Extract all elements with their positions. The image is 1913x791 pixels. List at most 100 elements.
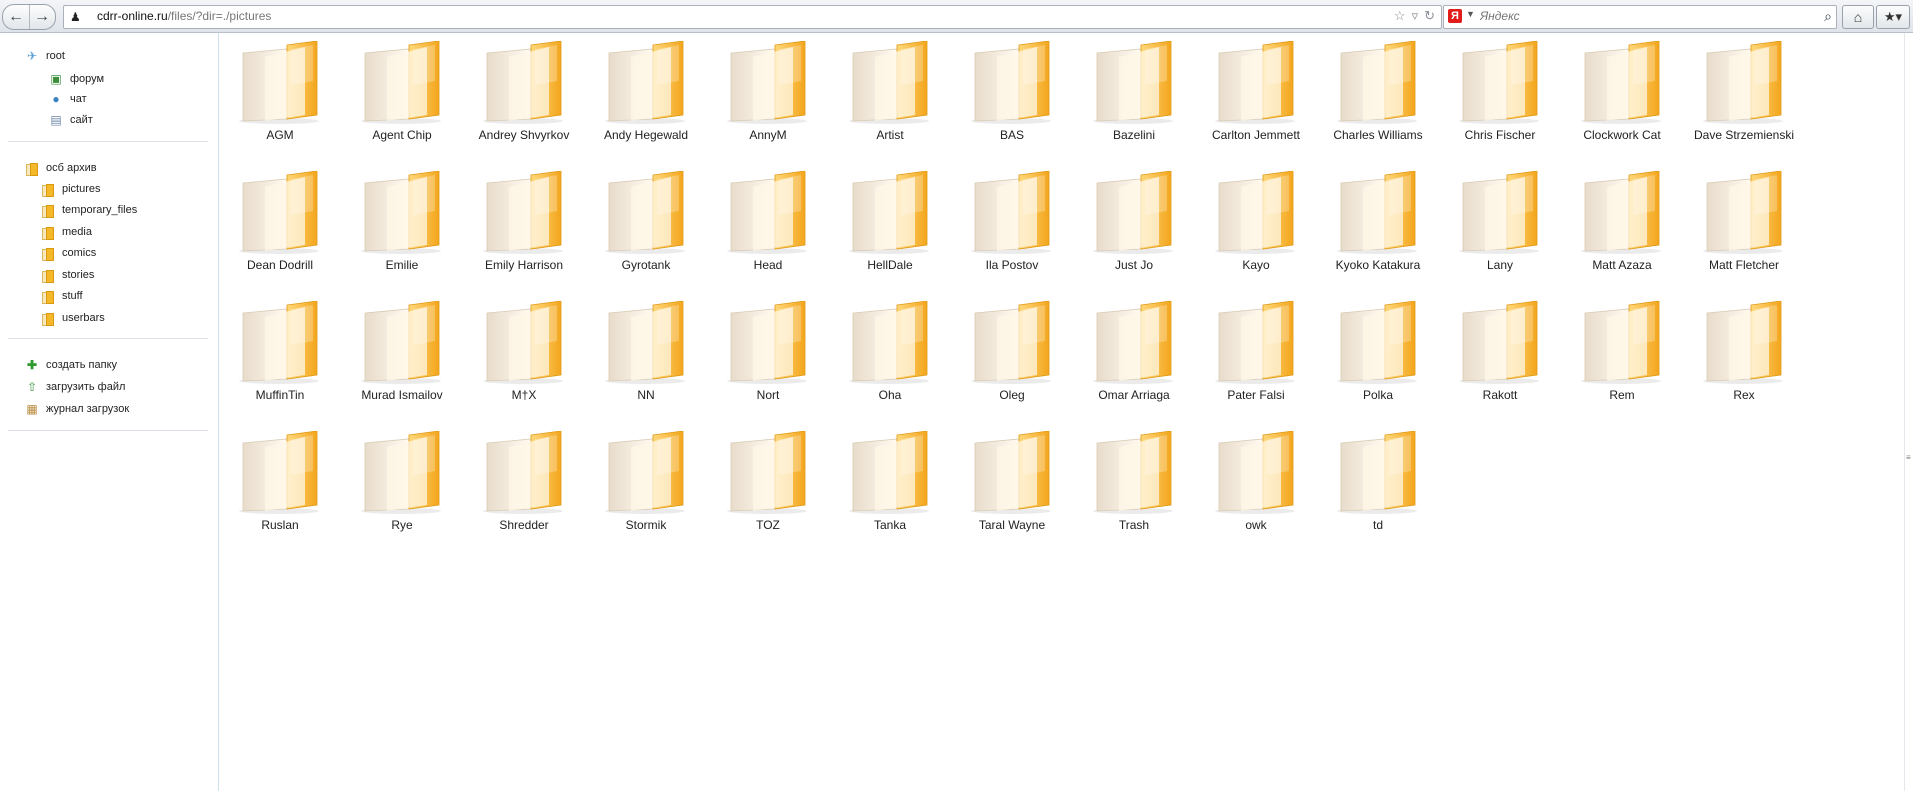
sidebar-item-stories[interactable]: stories bbox=[40, 266, 94, 284]
folder-icon bbox=[483, 171, 563, 254]
folder-item[interactable]: Rem bbox=[1561, 293, 1683, 417]
sidebar-item-userbars[interactable]: userbars bbox=[40, 309, 105, 327]
folder-item[interactable]: Ruslan bbox=[219, 423, 341, 547]
folder-item[interactable]: Emily Harrison bbox=[463, 163, 585, 287]
back-button[interactable]: ← bbox=[3, 5, 30, 29]
folder-item[interactable]: NN bbox=[585, 293, 707, 417]
arrow-right-icon: → bbox=[34, 8, 50, 25]
folder-label: Rex bbox=[1733, 388, 1755, 402]
sidebar-item-root[interactable]: ✈ root bbox=[24, 47, 65, 65]
folder-item[interactable]: Just Jo bbox=[1073, 163, 1195, 287]
folder-item[interactable]: Nort bbox=[707, 293, 829, 417]
folder-icon bbox=[361, 301, 441, 384]
folder-item[interactable]: M†X bbox=[463, 293, 585, 417]
upload-log-button[interactable]: ▦ журнал загрузок bbox=[24, 400, 129, 418]
sidebar-item-chat[interactable]: ● чат bbox=[48, 90, 86, 108]
folder-item[interactable]: Dave Strzemienski bbox=[1683, 33, 1805, 157]
folder-item[interactable]: Matt Azaza bbox=[1561, 163, 1683, 287]
sidebar-item-archive[interactable]: осб архив bbox=[24, 159, 97, 177]
folder-item[interactable]: Lany bbox=[1439, 163, 1561, 287]
engine-dropdown-icon[interactable]: ▼ bbox=[1466, 9, 1475, 19]
folder-label: Pater Falsi bbox=[1227, 388, 1285, 402]
folder-item[interactable]: Chris Fischer bbox=[1439, 33, 1561, 157]
sidebar-divider bbox=[8, 338, 208, 339]
folder-item[interactable]: Rakott bbox=[1439, 293, 1561, 417]
folder-item[interactable]: TOZ bbox=[707, 423, 829, 547]
folder-item[interactable]: Clockwork Cat bbox=[1561, 33, 1683, 157]
folder-item[interactable]: Head bbox=[707, 163, 829, 287]
sidebar-item-media[interactable]: media bbox=[40, 223, 92, 241]
folder-item[interactable]: Agent Chip bbox=[341, 33, 463, 157]
folder-item[interactable]: Shredder bbox=[463, 423, 585, 547]
forward-button[interactable]: → bbox=[29, 5, 55, 29]
url-text[interactable]: cdrr-online.ru/files/?dir=./pictures bbox=[97, 9, 271, 23]
folder-label: NN bbox=[637, 388, 655, 402]
folder-item[interactable]: BAS bbox=[951, 33, 1073, 157]
dropdown-arrow-icon[interactable]: ▿ bbox=[1412, 8, 1419, 24]
folder-icon bbox=[40, 268, 56, 283]
folder-item[interactable]: Rex bbox=[1683, 293, 1805, 417]
folder-item[interactable]: Stormik bbox=[585, 423, 707, 547]
folder-item[interactable]: HellDale bbox=[829, 163, 951, 287]
folder-item[interactable]: MuffinTin bbox=[219, 293, 341, 417]
folder-item[interactable]: Kyoko Katakura bbox=[1317, 163, 1439, 287]
folder-label: Bazelini bbox=[1112, 128, 1156, 142]
folder-item[interactable]: Matt Fletcher bbox=[1683, 163, 1805, 287]
sidebar-item-pictures[interactable]: pictures bbox=[40, 180, 101, 198]
sidebar-divider bbox=[8, 430, 208, 431]
folder-item[interactable]: td bbox=[1317, 423, 1439, 547]
folder-item[interactable]: Kayo bbox=[1195, 163, 1317, 287]
folder-icon bbox=[1215, 301, 1295, 384]
folder-item[interactable]: Bazelini bbox=[1073, 33, 1195, 157]
sidebar-item-forum[interactable]: ▣ форум bbox=[48, 70, 104, 88]
folder-item[interactable]: AGM bbox=[219, 33, 341, 157]
folder-label: Rakott bbox=[1482, 388, 1518, 402]
folder-item[interactable]: owk bbox=[1195, 423, 1317, 547]
search-input[interactable] bbox=[1480, 8, 1800, 24]
search-bar[interactable]: Я ▼ ⌕ bbox=[1443, 5, 1837, 29]
folder-item[interactable]: Artist bbox=[829, 33, 951, 157]
reload-icon[interactable]: ↻ bbox=[1424, 8, 1435, 24]
folder-label: Omar Arriaga bbox=[1098, 388, 1170, 402]
home-button[interactable]: ⌂ bbox=[1842, 5, 1874, 29]
folder-item[interactable]: Charles Williams bbox=[1317, 33, 1439, 157]
folder-item[interactable]: Polka bbox=[1317, 293, 1439, 417]
folder-item[interactable]: Tanka bbox=[829, 423, 951, 547]
folder-item[interactable]: Rye bbox=[341, 423, 463, 547]
sidebar-item-site[interactable]: ▤ сайт bbox=[48, 111, 92, 129]
folder-icon bbox=[1215, 171, 1295, 254]
folder-item[interactable]: Oha bbox=[829, 293, 951, 417]
folder-label: Rem bbox=[1609, 388, 1635, 402]
address-bar[interactable]: ♟ cdrr-online.ru/files/?dir=./pictures ☆… bbox=[63, 5, 1442, 29]
folder-item[interactable]: AnnyM bbox=[707, 33, 829, 157]
star-bookmark-icon[interactable]: ☆ bbox=[1394, 8, 1406, 24]
folder-item[interactable]: Taral Wayne bbox=[951, 423, 1073, 547]
forum-icon: ▣ bbox=[50, 72, 62, 86]
bookmarks-button[interactable]: ★▾ bbox=[1876, 5, 1910, 29]
sidebar-item-stuff[interactable]: stuff bbox=[40, 287, 83, 305]
sidebar-item-comics[interactable]: comics bbox=[40, 244, 96, 262]
create-folder-button[interactable]: ✚ создать папку bbox=[24, 356, 117, 374]
folder-item[interactable]: Oleg bbox=[951, 293, 1073, 417]
search-magnifier-icon[interactable]: ⌕ bbox=[1824, 8, 1832, 25]
folder-item[interactable]: Omar Arriaga bbox=[1073, 293, 1195, 417]
folder-item[interactable]: Emilie bbox=[341, 163, 463, 287]
folder-item[interactable]: Trash bbox=[1073, 423, 1195, 547]
folder-item[interactable]: Ila Postov bbox=[951, 163, 1073, 287]
folder-item[interactable]: Andy Hegewald bbox=[585, 33, 707, 157]
sidebar-item-temporary-files[interactable]: temporary_files bbox=[40, 201, 137, 219]
folder-icon bbox=[361, 171, 441, 254]
upload-file-button[interactable]: ⇧ загрузить файл bbox=[24, 378, 125, 396]
folder-item[interactable]: Andrey Shvyrkov bbox=[463, 33, 585, 157]
folder-item[interactable]: Murad Ismailov bbox=[341, 293, 463, 417]
folder-label: Oha bbox=[878, 388, 902, 402]
folder-label: Charles Williams bbox=[1333, 128, 1423, 142]
scroll-grip-icon[interactable]: ≡ bbox=[1906, 453, 1912, 462]
folder-item[interactable]: Pater Falsi bbox=[1195, 293, 1317, 417]
scrollbar[interactable]: ≡ bbox=[1904, 33, 1913, 791]
folder-item[interactable]: Dean Dodrill bbox=[219, 163, 341, 287]
folder-item[interactable]: Carlton Jemmett bbox=[1195, 33, 1317, 157]
sidebar-label: media bbox=[62, 226, 92, 238]
search-engine-icon[interactable]: Я bbox=[1448, 9, 1462, 23]
folder-item[interactable]: Gyrotank bbox=[585, 163, 707, 287]
